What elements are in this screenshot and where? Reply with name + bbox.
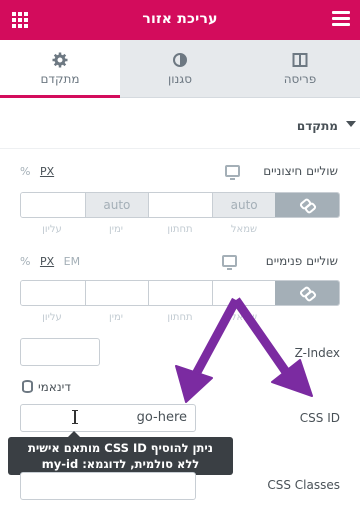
apps-grid-icon[interactable] <box>12 12 28 28</box>
arrow-to-label-shaft <box>232 297 290 375</box>
unit-px[interactable]: PX <box>40 165 54 178</box>
cssid-label: CSS ID <box>299 411 340 425</box>
margin-label: שוליים חיצוניים <box>263 164 338 178</box>
margin-right-input[interactable] <box>148 193 212 217</box>
padding-sublabels: עליון ימין תחתון שמאל <box>20 312 340 323</box>
panel-header: עריכת אזור <box>0 0 360 40</box>
unit-em[interactable]: EM <box>64 255 80 268</box>
caret-down-icon <box>346 121 356 127</box>
section-divider <box>0 148 360 149</box>
unit-percent[interactable]: % <box>20 165 30 178</box>
sublabel-left: שמאל <box>230 224 258 235</box>
panel-tabs: פריסה סגנון מתקדם <box>0 40 360 98</box>
margin-units: % PX <box>20 165 60 178</box>
tab-style[interactable]: סגנון <box>120 40 240 98</box>
sublabel-bottom: תחתון <box>167 312 193 323</box>
unit-percent[interactable]: % <box>20 255 30 268</box>
padding-top-input[interactable] <box>211 281 276 305</box>
sublabel-top: עליון <box>42 312 62 323</box>
tab-layout[interactable]: פריסה <box>240 40 360 98</box>
sublabel-top: עליון <box>42 224 62 235</box>
layout-icon <box>292 53 308 67</box>
tooltip-line-1: ניתן להוסיף CSS ID מותאם אישית <box>28 441 213 455</box>
sublabel-right: ימין <box>109 224 123 235</box>
link-values-icon[interactable] <box>275 193 339 217</box>
padding-dimensions <box>20 280 340 306</box>
sublabel-right: ימין <box>109 312 123 323</box>
margin-left-input[interactable] <box>21 193 85 217</box>
padding-right-input[interactable] <box>148 281 212 305</box>
cssclasses-label: CSS Classes <box>267 478 340 492</box>
arrow-to-label-head <box>271 359 313 397</box>
margin-dimensions: auto auto <box>20 192 340 218</box>
padding-units: % PX EM <box>20 255 86 268</box>
tab-layout-label: פריסה <box>283 72 317 86</box>
zindex-label: Z-Index <box>294 346 340 360</box>
tab-advanced-label: מתקדם <box>40 72 80 86</box>
arrow-to-input-head <box>175 365 213 403</box>
margin-sublabels: עליון ימין תחתון שמאל <box>20 224 340 235</box>
padding-bottom-input[interactable] <box>84 281 149 305</box>
section-title: מתקדם <box>296 119 338 133</box>
half-circle-icon <box>173 53 187 67</box>
link-values-icon[interactable] <box>275 281 339 305</box>
sublabel-bottom: תחתון <box>167 224 193 235</box>
margin-top-input[interactable]: auto <box>211 193 276 217</box>
dynamic-label: דינאמי <box>38 380 71 394</box>
text-cursor-icon <box>72 410 78 424</box>
sublabel-left: שמאל <box>230 312 258 323</box>
padding-left-input[interactable] <box>21 281 85 305</box>
responsive-desktop-icon[interactable] <box>225 165 240 180</box>
tooltip-line-2: ללא סולמית, לדוגמא: my-id <box>41 457 200 471</box>
panel-title: עריכת אזור <box>142 11 218 27</box>
tab-style-label: סגנון <box>167 72 193 86</box>
gear-icon <box>52 52 68 68</box>
database-icon[interactable] <box>22 380 33 393</box>
tab-advanced[interactable]: מתקדם <box>0 40 120 98</box>
cssid-tooltip: ניתן להוסיף CSS ID מותאם אישית ללא סולמי… <box>8 431 233 475</box>
margin-bottom-input[interactable]: auto <box>84 193 149 217</box>
zindex-input[interactable] <box>20 338 100 366</box>
cssclasses-input[interactable] <box>20 472 196 500</box>
responsive-desktop-icon[interactable] <box>222 255 237 270</box>
padding-label: שוליים פנימיים <box>265 254 338 268</box>
unit-px[interactable]: PX <box>40 255 54 268</box>
cssid-input[interactable]: go-here <box>20 404 196 432</box>
section-toggle-advanced[interactable]: מתקדם <box>296 119 356 133</box>
